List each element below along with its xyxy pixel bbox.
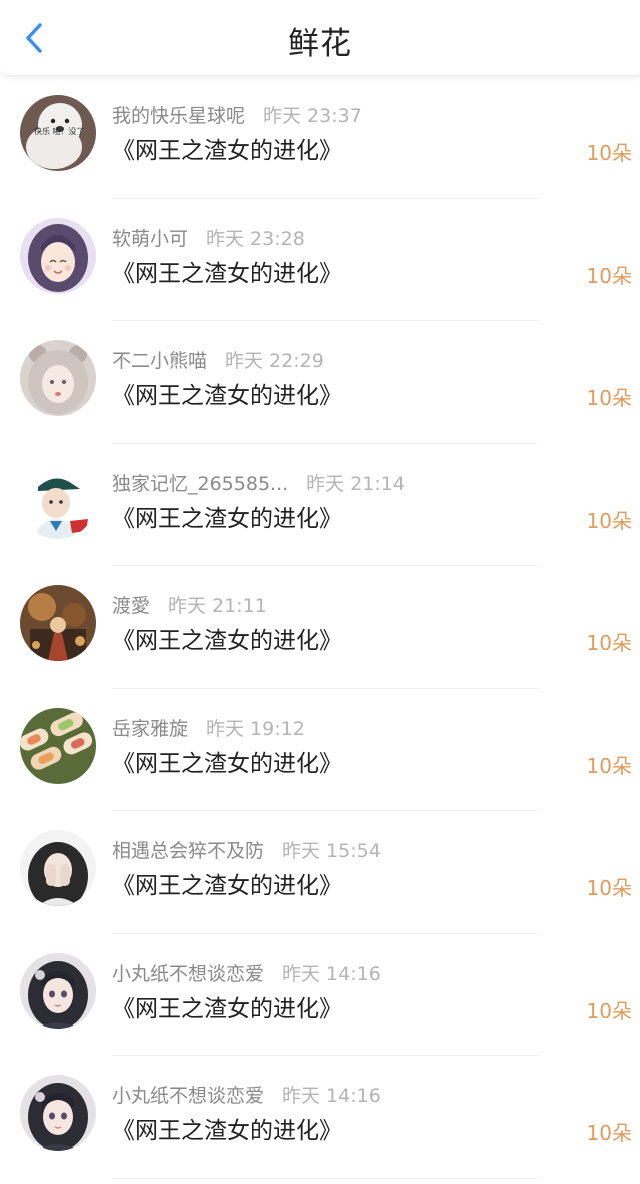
flower-count: 10朵 <box>586 263 632 288</box>
flower-count: 10朵 <box>586 508 632 533</box>
flower-count: 10朵 <box>586 141 632 165</box>
sender-name: 独家记忆_265585... <box>112 472 289 495</box>
book-title: 《网王之渣女的进化》 <box>112 995 342 1022</box>
sender-meta: 不二小熊喵 昨天 22:29 <box>112 349 324 373</box>
list-item[interactable]: 小丸纸不想谈恋爱 昨天 14:16 《网王之渣女的进化》 10朵 <box>0 1056 640 1179</box>
avatar[interactable] <box>20 217 96 294</box>
sender-meta: 小丸纸不想谈恋爱 昨天 14:16 <box>112 962 381 986</box>
book-title: 《网王之渣女的进化》 <box>112 383 342 409</box>
send-time: 昨天 22:29 <box>225 350 324 372</box>
page-title: 鲜花 <box>288 26 352 62</box>
sender-name: 软萌小可 <box>112 227 189 250</box>
sender-meta: 软萌小可 昨天 23:28 <box>112 227 305 251</box>
avatar-dark-hair-girl-image <box>20 952 96 1029</box>
navigation-bar: 鲜花 <box>0 0 640 76</box>
book-title: 《网王之渣女的进化》 <box>112 505 342 532</box>
avatar[interactable] <box>20 707 96 784</box>
sender-name: 小丸纸不想谈恋爱 <box>112 1085 265 1107</box>
sender-name: 不二小熊喵 <box>112 350 208 372</box>
book-title: 《网王之渣女的进化》 <box>112 1118 342 1144</box>
send-time: 昨天 19:12 <box>206 717 305 740</box>
send-time: 昨天 15:54 <box>282 840 381 862</box>
sender-meta: 岳家雅旋 昨天 19:12 <box>112 717 305 741</box>
send-time: 昨天 14:16 <box>282 962 381 985</box>
avatar-caption: 快乐 啪！没了 <box>34 126 85 136</box>
avatar[interactable] <box>20 830 96 906</box>
sender-meta: 我的快乐星球呢 昨天 23:37 <box>112 104 362 128</box>
sender-name: 渡愛 <box>112 595 151 617</box>
send-time: 昨天 21:11 <box>168 595 267 617</box>
avatar-painting-image <box>20 585 96 661</box>
avatar-hands-over-face-image <box>20 830 96 906</box>
book-title: 《网王之渣女的进化》 <box>112 138 342 164</box>
avatar[interactable] <box>20 340 96 416</box>
list-item[interactable]: 小丸纸不想谈恋爱 昨天 14:16 《网王之渣女的进化》 10朵 <box>0 934 640 1056</box>
list-item[interactable]: 不二小熊喵 昨天 22:29 《网王之渣女的进化》 10朵 <box>0 321 640 444</box>
avatar-cap-boy-image <box>20 462 96 539</box>
avatar[interactable] <box>20 952 96 1029</box>
flower-list: 快乐 啪！没了 我的快乐星球呢昨天 23:37 《网王之渣女的进化》 10朵 <box>0 76 640 1179</box>
sender-name: 我的快乐星球呢 <box>112 105 246 127</box>
avatar-spring-rolls-image <box>20 707 96 784</box>
list-item[interactable]: 渡愛 昨天 21:11 《网王之渣女的进化》 10朵 <box>0 566 640 689</box>
sender-name: 相遇总会猝不及防 <box>112 840 265 862</box>
flower-count: 10朵 <box>586 1121 632 1145</box>
avatar[interactable] <box>20 462 96 539</box>
sender-meta: 独家记忆_265585... 昨天 21:14 <box>112 472 405 496</box>
avatar-bear-ears-girl-image <box>20 340 96 416</box>
list-item[interactable]: 快乐 啪！没了 我的快乐星球呢 昨天 23:37 《网王之渣女的进化》 10朵 <box>0 76 640 199</box>
sender-meta: 相遇总会猝不及防 昨天 15:54 <box>112 839 381 863</box>
send-time: 昨天 21:14 <box>306 472 405 495</box>
send-time: 昨天 14:16 <box>282 1085 381 1107</box>
book-title: 《网王之渣女的进化》 <box>112 628 342 654</box>
list-item[interactable]: 岳家雅旋 昨天 19:12 《网王之渣女的进化》 10朵 <box>0 689 640 811</box>
avatar[interactable] <box>20 585 96 661</box>
flower-count: 10朵 <box>586 876 632 900</box>
list-item[interactable]: 相遇总会猝不及防 昨天 15:54 《网王之渣女的进化》 10朵 <box>0 811 640 934</box>
avatar-dog-meme-image: 快乐 啪！没了 <box>20 95 96 171</box>
flower-count: 10朵 <box>586 386 632 410</box>
sender-name: 岳家雅旋 <box>112 717 189 740</box>
list-item[interactable]: 软萌小可 昨天 23:28 《网王之渣女的进化》 10朵 <box>0 199 640 321</box>
send-time: 昨天 23:37 <box>263 105 362 127</box>
sender-meta: 小丸纸不想谈恋爱 昨天 14:16 <box>112 1084 381 1108</box>
avatar[interactable]: 快乐 啪！没了 <box>20 95 96 171</box>
flower-count: 10朵 <box>586 753 632 778</box>
sender-meta: 渡愛 昨天 21:11 <box>112 594 267 618</box>
avatar-anime-girl-image <box>20 217 96 294</box>
avatar-dark-hair-girl-image <box>20 1075 96 1151</box>
send-time: 昨天 23:28 <box>206 227 305 250</box>
avatar[interactable] <box>20 1075 96 1151</box>
book-title: 《网王之渣女的进化》 <box>112 873 342 899</box>
flower-count: 10朵 <box>586 631 632 655</box>
divider <box>112 1177 540 1179</box>
sender-name: 小丸纸不想谈恋爱 <box>112 962 265 985</box>
book-title: 《网王之渣女的进化》 <box>112 750 342 777</box>
list-item[interactable]: 独家记忆_265585... 昨天 21:14 《网王之渣女的进化》 10朵 <box>0 444 640 566</box>
book-title: 《网王之渣女的进化》 <box>112 260 342 287</box>
flower-count: 10朵 <box>586 998 632 1023</box>
